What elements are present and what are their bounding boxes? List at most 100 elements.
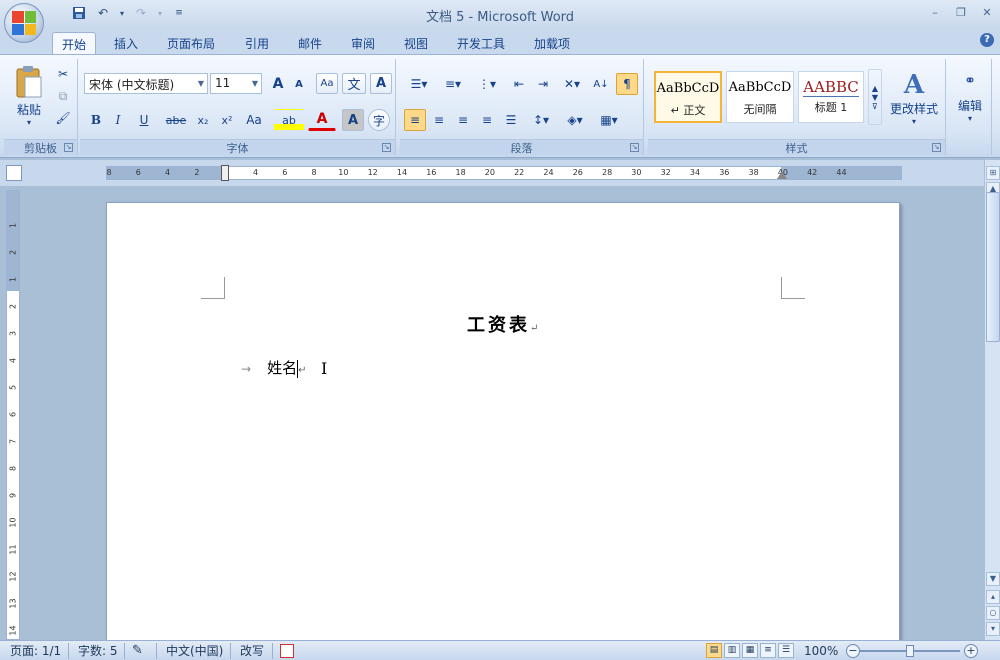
bold-button[interactable]: B xyxy=(86,109,106,131)
web-layout-icon[interactable]: ▦ xyxy=(742,643,758,658)
redo-icon[interactable]: ↷ xyxy=(132,4,150,22)
align-right-icon[interactable]: ≡ xyxy=(452,109,474,131)
prev-page-icon[interactable]: ▴ xyxy=(986,590,1000,604)
char-shading-button[interactable]: A xyxy=(342,109,364,131)
tab-review[interactable]: 审阅 xyxy=(342,32,384,54)
strikethrough-button[interactable]: abe xyxy=(162,109,190,131)
font-name-combo[interactable]: 宋体 (中文标题) ▼ xyxy=(84,73,208,94)
tab-developer[interactable]: 开发工具 xyxy=(448,32,514,54)
style-normal[interactable]: AaBbCcD ↵ 正文 xyxy=(654,71,722,123)
shading-icon[interactable]: ◈▾ xyxy=(560,109,590,131)
grow-font-button[interactable]: A xyxy=(268,73,288,94)
change-styles-button[interactable]: A 更改样式 ▾ xyxy=(886,63,942,133)
styles-scroll-icon[interactable]: ▲ ▼ ⊽ xyxy=(868,69,882,125)
tab-selector-icon[interactable] xyxy=(6,165,22,181)
undo-icon[interactable]: ↶ xyxy=(94,4,112,22)
paragraph-launcher-icon[interactable]: ↘ xyxy=(630,143,639,152)
subscript-button[interactable]: x₂ xyxy=(192,109,214,131)
language-indicator[interactable]: 中文(中国) xyxy=(166,643,223,659)
style-no-spacing[interactable]: AaBbCcD 无间隔 xyxy=(726,71,794,123)
scroll-down-icon[interactable]: ▼ xyxy=(986,572,1000,586)
phonetic-guide-button[interactable]: 文 xyxy=(342,73,366,94)
font-launcher-icon[interactable]: ↘ xyxy=(382,143,391,152)
tab-view[interactable]: 视图 xyxy=(394,32,438,54)
ruler-tick-label: 14 xyxy=(396,168,408,177)
borders-icon[interactable]: ▦▾ xyxy=(594,109,624,131)
ruler-toggle-icon[interactable]: ⊞ xyxy=(986,166,1000,180)
print-layout-view-icon[interactable]: ▤ xyxy=(706,643,722,658)
line-spacing-icon[interactable]: ↕▾ xyxy=(526,109,556,131)
decrease-indent-icon[interactable]: ⇤ xyxy=(508,73,530,95)
font-color-button[interactable]: A xyxy=(308,109,336,131)
vertical-ruler[interactable]: 1212345678910111213141516 xyxy=(6,190,20,660)
zoom-in-button[interactable]: + xyxy=(964,644,978,658)
macro-record-icon[interactable] xyxy=(280,644,294,658)
styles-launcher-icon[interactable]: ↘ xyxy=(932,143,941,152)
sort-icon[interactable]: A↓ xyxy=(590,73,612,95)
superscript-button[interactable]: x² xyxy=(216,109,238,131)
clear-formatting-icon[interactable]: Aa xyxy=(316,73,338,94)
zoom-level[interactable]: 100% xyxy=(804,643,838,659)
clipboard-launcher-icon[interactable]: ↘ xyxy=(64,143,73,152)
zoom-slider-thumb[interactable] xyxy=(906,645,914,657)
change-case-button[interactable]: Aa xyxy=(240,109,268,131)
tab-add-ins[interactable]: 加载项 xyxy=(524,32,580,54)
page-indicator[interactable]: 页面: 1/1 xyxy=(10,643,61,659)
redo-dropdown-icon[interactable]: ▾ xyxy=(156,4,164,22)
asian-layout-icon[interactable]: ✕▾ xyxy=(558,73,586,95)
numbering-icon[interactable]: ≡▾ xyxy=(438,73,468,95)
style-heading-1[interactable]: AABBC 标题 1 xyxy=(798,71,864,123)
tab-mailings[interactable]: 邮件 xyxy=(288,32,332,54)
format-painter-icon[interactable]: 🖌 xyxy=(54,109,72,127)
show-marks-icon[interactable]: ¶ xyxy=(616,73,638,95)
bullets-icon[interactable]: ☰▾ xyxy=(404,73,434,95)
highlight-button[interactable]: ab xyxy=(274,109,304,131)
tab-references[interactable]: 引用 xyxy=(236,32,278,54)
select-browse-object-icon[interactable]: ○ xyxy=(986,606,1000,620)
tab-page-layout[interactable]: 页面布局 xyxy=(158,32,224,54)
shrink-font-button[interactable]: A xyxy=(290,75,308,94)
minimize-button[interactable]: – xyxy=(928,4,942,20)
align-left-icon[interactable]: ≡ xyxy=(404,109,426,131)
right-indent-marker-icon[interactable] xyxy=(777,171,787,179)
document-line-1[interactable]: → 姓名↵ xyxy=(241,357,306,378)
document-title[interactable]: 工资表↵ xyxy=(467,311,538,337)
outline-view-icon[interactable]: ≡ xyxy=(760,643,776,658)
editing-button[interactable]: ⚭ 编辑 ▾ xyxy=(952,63,988,133)
multilevel-list-icon[interactable]: ⋮▾ xyxy=(472,73,502,95)
char-border-button[interactable]: A xyxy=(370,73,392,94)
tab-home[interactable]: 开始 xyxy=(52,32,96,54)
tab-insert[interactable]: 插入 xyxy=(106,32,146,54)
close-button[interactable]: ✕ xyxy=(980,4,994,20)
zoom-out-button[interactable]: − xyxy=(846,644,860,658)
paste-button[interactable]: 粘贴 ▾ xyxy=(10,63,48,129)
qat-dropdown-icon[interactable]: ≡ xyxy=(170,4,188,22)
full-screen-reading-icon[interactable]: ▥ xyxy=(724,643,740,658)
next-page-icon[interactable]: ▾ xyxy=(986,622,1000,636)
horizontal-ruler[interactable]: 8642246810121416182022242628303234363840… xyxy=(106,165,902,181)
help-icon[interactable]: ? xyxy=(980,33,994,47)
document-page[interactable]: 工资表↵ → 姓名↵ I xyxy=(106,202,900,640)
increase-indent-icon[interactable]: ⇥ xyxy=(532,73,554,95)
font-size-combo[interactable]: 11 ▼ xyxy=(210,73,262,94)
scroll-thumb[interactable] xyxy=(986,192,1000,342)
proofing-icon[interactable]: ✎ xyxy=(132,643,143,659)
underline-button[interactable]: U xyxy=(132,109,156,131)
overtype-indicator[interactable]: 改写 xyxy=(240,643,264,659)
floppy-save-icon[interactable] xyxy=(70,4,88,22)
indent-marker-icon[interactable] xyxy=(221,165,229,181)
italic-button[interactable]: I xyxy=(108,109,128,131)
word-count[interactable]: 字数: 5 xyxy=(78,643,118,659)
cut-icon[interactable]: ✂ xyxy=(54,65,72,83)
copy-icon[interactable]: ⧉ xyxy=(54,87,72,105)
draft-view-icon[interactable]: ☰ xyxy=(778,643,794,658)
justify-icon[interactable]: ≡ xyxy=(476,109,498,131)
vertical-scrollbar[interactable]: ⊞ ▲ ▼ ▴ ○ ▾ xyxy=(984,160,1000,640)
enclose-char-button[interactable]: 字 xyxy=(368,109,390,131)
margin-corner-tl xyxy=(201,277,225,299)
undo-dropdown-icon[interactable]: ▾ xyxy=(118,4,126,22)
office-button[interactable] xyxy=(4,3,44,43)
distribute-icon[interactable]: ☰ xyxy=(500,109,522,131)
restore-button[interactable]: ❐ xyxy=(954,4,968,20)
align-center-icon[interactable]: ≡ xyxy=(428,109,450,131)
